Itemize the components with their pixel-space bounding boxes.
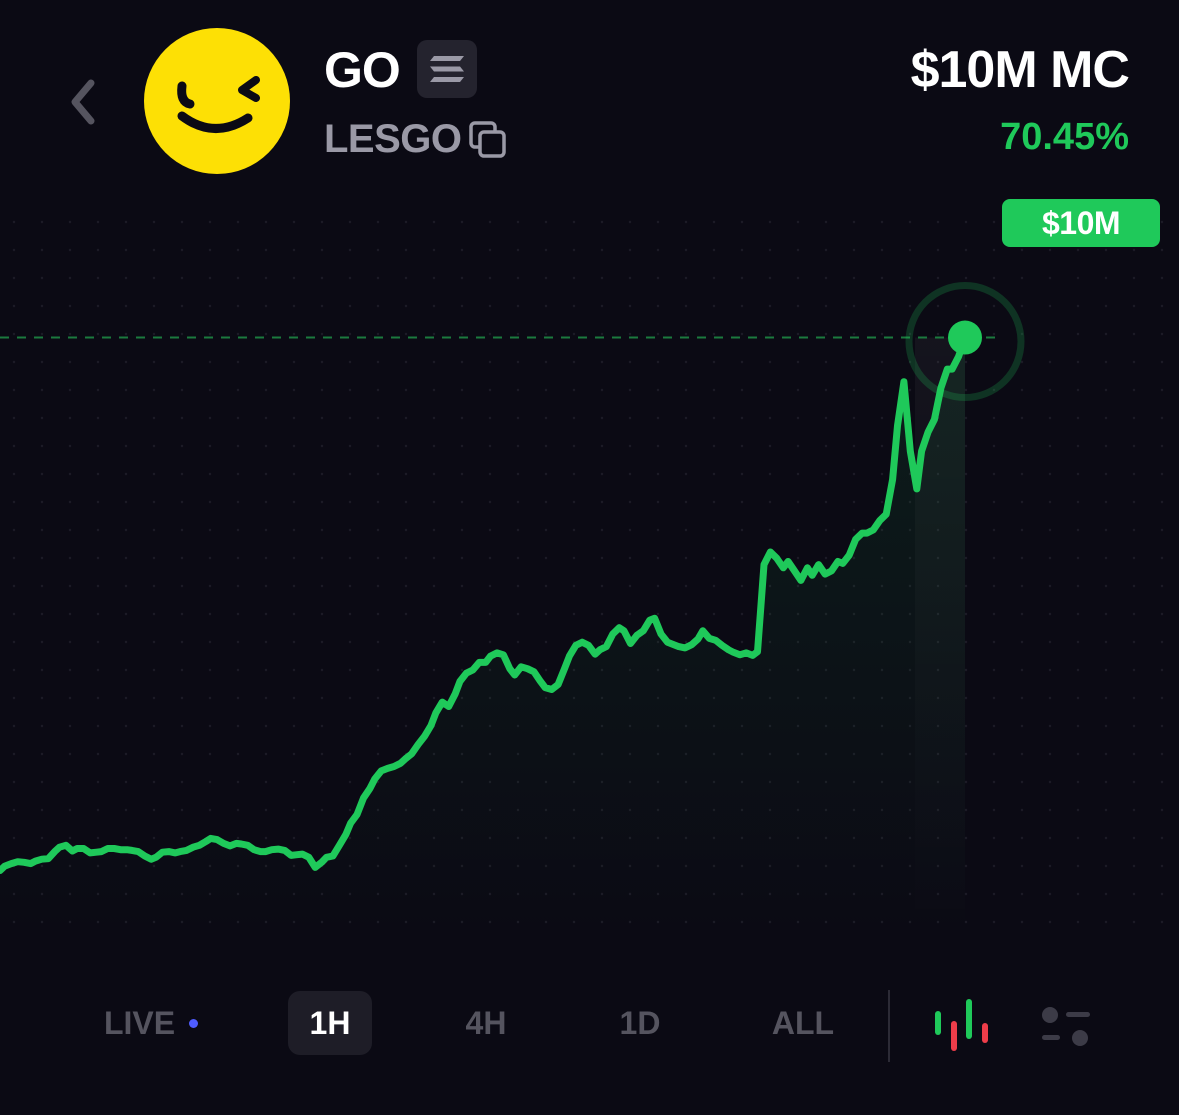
chain-badge <box>417 40 477 98</box>
price-change-percent: 70.45% <box>1000 116 1129 158</box>
tab-4h[interactable]: 4H <box>444 991 528 1055</box>
market-cap-value: $10M MC <box>910 41 1130 99</box>
token-ticker: GO <box>324 42 401 98</box>
tab-1d-label: 1D <box>619 1004 661 1041</box>
copy-icon[interactable] <box>468 120 508 160</box>
tab-1h-label: 1H <box>309 1004 351 1041</box>
token-logo <box>144 28 290 174</box>
candlestick-icon[interactable] <box>932 995 992 1055</box>
tab-all-label: ALL <box>771 1004 835 1041</box>
price-chart[interactable]: $10M <box>0 180 1179 960</box>
tab-4h-label: 4H <box>465 1004 507 1041</box>
tab-live[interactable]: LIVE <box>96 991 206 1055</box>
back-button[interactable] <box>58 72 108 132</box>
token-name: LESGO <box>324 117 462 161</box>
latest-point <box>948 320 982 355</box>
solana-icon <box>430 56 464 82</box>
tab-live-label: LIVE <box>103 1004 176 1041</box>
live-indicator-dot <box>189 1018 199 1028</box>
timeframe-selector: LIVE 1H 4H 1D ALL <box>0 985 1179 1065</box>
tab-all[interactable]: ALL <box>756 991 850 1055</box>
tab-1d[interactable]: 1D <box>598 991 682 1055</box>
settings-toggle-icon[interactable] <box>1036 995 1096 1055</box>
tab-1h[interactable]: 1H <box>288 991 372 1055</box>
token-header: GO LESGO $10M MC 70.45% <box>0 0 1179 190</box>
chevron-left-icon <box>71 79 95 125</box>
toolbar-divider <box>888 990 890 1062</box>
current-price-label: $10M <box>1002 199 1160 247</box>
price-chart-svg <box>0 220 1179 940</box>
